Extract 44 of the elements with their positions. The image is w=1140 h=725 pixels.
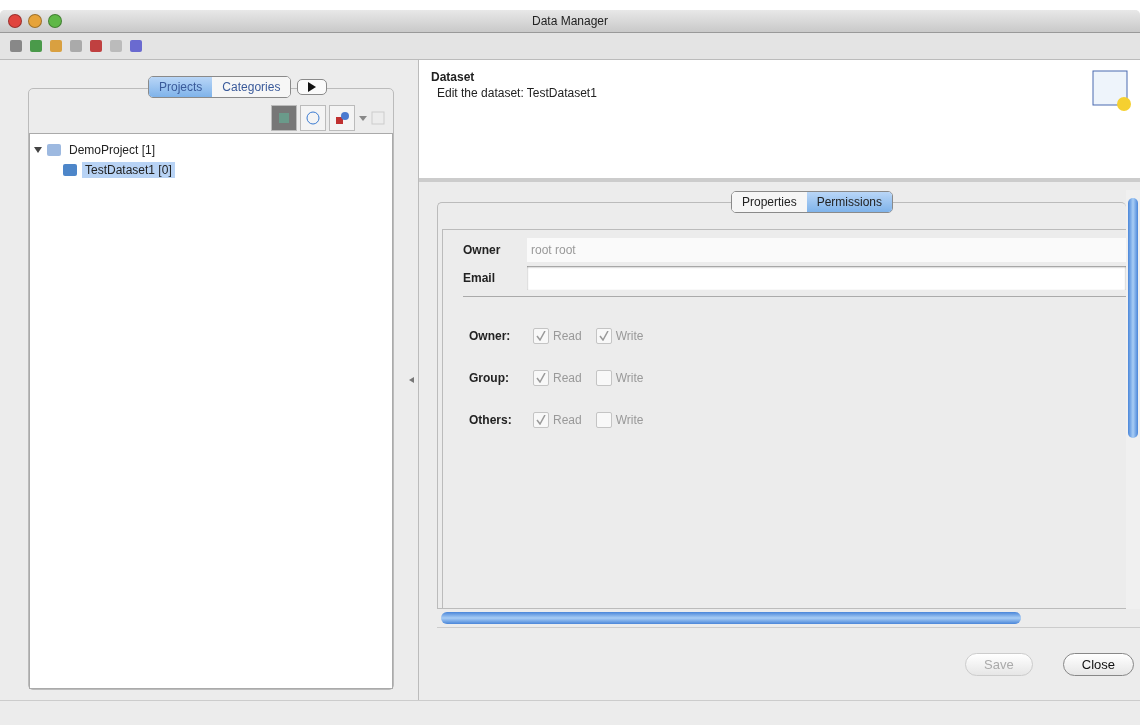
square-icon[interactable] [8, 38, 24, 54]
editor-tab[interactable]: Properties [731, 192, 807, 212]
check-icon [598, 331, 609, 341]
editor-description: Edit the dataset: TestDataset1 [437, 86, 597, 100]
tree-item[interactable]: TestDataset1 [0] [82, 162, 175, 178]
checkbox-label: Write [615, 413, 644, 427]
dialog-button[interactable]: Close [1062, 652, 1134, 676]
field-label: Email [463, 271, 496, 285]
view-tab[interactable]: Projects [149, 77, 213, 97]
new-document-icon [1092, 70, 1132, 112]
minimize-window-button[interactable] [28, 14, 42, 28]
zoom-window-button[interactable] [48, 14, 62, 28]
checkbox-label: Read [553, 371, 582, 385]
splitter-handle-icon[interactable] [408, 377, 414, 383]
field-label: Owner [463, 243, 502, 257]
permission-label: Owner: [469, 329, 512, 343]
editor-title: Dataset [431, 70, 476, 84]
shapes-icon [335, 111, 349, 125]
shapes-button[interactable] [329, 105, 355, 131]
vertical-scrollbar-thumb[interactable] [1128, 198, 1138, 438]
view-tab[interactable]: Categories [212, 77, 291, 97]
expanded-triangle-icon[interactable] [34, 146, 42, 154]
more-views-button[interactable] [297, 79, 328, 95]
dropdown-caret-icon[interactable] [358, 114, 368, 122]
checkbox-label: Write [615, 329, 644, 343]
checkbox-label: Write [615, 371, 644, 385]
window-title: Data Manager [530, 14, 609, 28]
check-icon [536, 331, 546, 341]
permission-label: Group: [469, 371, 510, 385]
editor-tab[interactable]: Permissions [806, 192, 893, 212]
checkbox-label: Read [553, 413, 582, 427]
tree-item[interactable]: DemoProject [1] [66, 142, 159, 158]
check-icon [536, 373, 546, 383]
checkbox-label: Read [553, 329, 582, 343]
hierarchy-button[interactable] [271, 105, 297, 131]
play-icon [308, 82, 317, 92]
check-icon [536, 415, 546, 425]
horizontal-scrollbar-thumb[interactable] [441, 612, 1021, 624]
permission-label: Others: [469, 413, 513, 427]
close-window-button[interactable] [8, 14, 22, 28]
text-field[interactable] [527, 266, 1126, 290]
info-button[interactable] [300, 105, 326, 131]
square-icon[interactable] [68, 38, 84, 54]
info-icon [306, 111, 320, 125]
